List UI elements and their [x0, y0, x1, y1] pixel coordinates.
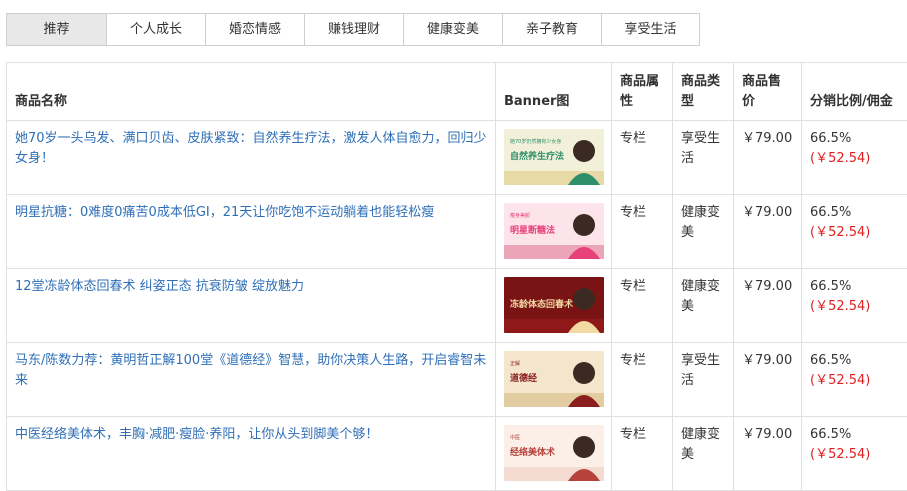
- product-name-link[interactable]: 马东/陈数力荐：黄明哲正解100堂《道德经》智慧，助你决策人生路，开启睿智未来: [15, 353, 486, 388]
- price-cell: ￥79.00: [734, 269, 802, 343]
- commission-ratio: 66.5%: [810, 203, 906, 223]
- banner-small-text: 她70岁仍然拥有少女身: [510, 138, 561, 145]
- banner-small-text: 中医: [510, 434, 520, 441]
- price-cell: ￥79.00: [734, 121, 802, 195]
- banner-cell: 正解道德经: [496, 343, 612, 417]
- banner-cell: 她70岁仍然拥有少女身自然养生疗法: [496, 121, 612, 195]
- banner-title-text: 明星断糖法: [510, 224, 555, 236]
- commission-cell: 66.5%(￥52.54): [802, 269, 907, 343]
- table-row: 马东/陈数力荐：黄明哲正解100堂《道德经》智慧，助你决策人生路，开启睿智未来正…: [7, 343, 907, 417]
- product-type-cell: 享受生活: [673, 121, 734, 195]
- product-name-cell: 12堂冻龄体态回春术 纠姿正态 抗衰防皱 绽放魅力: [7, 269, 496, 343]
- banner-portrait-head: [573, 140, 595, 162]
- table-header-row: 商品名称 Banner图 商品属性 商品类型 商品售价 分销比例/佣金: [7, 63, 907, 121]
- price-cell: ￥79.00: [734, 417, 802, 491]
- banner-small-text: 瘦身美颜: [510, 212, 530, 219]
- product-name-link[interactable]: 中医经络美体术，丰胸·减肥·瘦脸·养阳，让你从头到脚美个够！: [15, 427, 378, 442]
- commission-amount: (￥52.54): [810, 371, 906, 391]
- commission-cell: 66.5%(￥52.54): [802, 121, 907, 195]
- header-product-attr: 商品属性: [612, 63, 673, 121]
- header-price: 商品售价: [734, 63, 802, 121]
- tab-love-relationship[interactable]: 婚恋情感: [206, 14, 305, 45]
- commission-ratio: 66.5%: [810, 277, 906, 297]
- tab-personal-growth[interactable]: 个人成长: [107, 14, 206, 45]
- commission-amount: (￥52.54): [810, 297, 906, 317]
- table-row: 明星抗糖：0难度0痛苦0成本低GI，21天让你吃饱不运动躺着也能轻松瘦 瘦身美颜明…: [7, 195, 907, 269]
- banner-title-text: 道德经: [510, 372, 537, 384]
- product-type-cell: 健康变美: [673, 269, 734, 343]
- commission-amount: (￥52.54): [810, 445, 906, 465]
- tab-parenting[interactable]: 亲子教育: [503, 14, 602, 45]
- price-cell: ￥79.00: [734, 195, 802, 269]
- product-type-cell: 健康变美: [673, 417, 734, 491]
- tab-enjoy-life[interactable]: 享受生活: [602, 14, 699, 45]
- banner-cell: 中医经络美体术: [496, 417, 612, 491]
- banner-image[interactable]: 中医经络美体术: [504, 425, 604, 481]
- banner-image[interactable]: 冻龄体态回春术: [504, 277, 604, 333]
- product-attr-cell: 专栏: [612, 269, 673, 343]
- commission-ratio: 66.5%: [810, 425, 906, 445]
- commission-cell: 66.5%(￥52.54): [802, 195, 907, 269]
- banner-title-text: 自然养生疗法: [510, 150, 564, 162]
- banner-cell: 瘦身美颜明星断糖法: [496, 195, 612, 269]
- price-cell: ￥79.00: [734, 343, 802, 417]
- product-attr-cell: 专栏: [612, 417, 673, 491]
- table-row: 中医经络美体术，丰胸·减肥·瘦脸·养阳，让你从头到脚美个够！中医经络美体术专栏健…: [7, 417, 907, 491]
- product-name-cell: 她70岁一头乌发、满口贝齿、皮肤紧致：自然养生疗法，激发人体自愈力，回归少女身！: [7, 121, 496, 195]
- banner-title-text: 冻龄体态回春术: [510, 298, 573, 310]
- commission-ratio: 66.5%: [810, 129, 906, 149]
- tab-health-beauty[interactable]: 健康变美: [404, 14, 503, 45]
- commission-cell: 66.5%(￥52.54): [802, 343, 907, 417]
- product-table: 商品名称 Banner图 商品属性 商品类型 商品售价 分销比例/佣金 她70岁…: [6, 62, 907, 491]
- product-attr-cell: 专栏: [612, 121, 673, 195]
- banner-title-text: 经络美体术: [510, 446, 555, 458]
- product-name-link[interactable]: 她70岁一头乌发、满口贝齿、皮肤紧致：自然养生疗法，激发人体自愈力，回归少女身！: [15, 131, 487, 166]
- banner-portrait-head: [573, 288, 595, 310]
- header-banner: Banner图: [496, 63, 612, 121]
- banner-portrait-head: [573, 214, 595, 236]
- product-type-cell: 健康变美: [673, 195, 734, 269]
- product-attr-cell: 专栏: [612, 195, 673, 269]
- table-row: 12堂冻龄体态回春术 纠姿正态 抗衰防皱 绽放魅力冻龄体态回春术 专栏健康变美￥7…: [7, 269, 907, 343]
- commission-amount: (￥52.54): [810, 223, 906, 243]
- banner-portrait-head: [573, 436, 595, 458]
- product-name-cell: 中医经络美体术，丰胸·减肥·瘦脸·养阳，让你从头到脚美个够！: [7, 417, 496, 491]
- product-name-link[interactable]: 明星抗糖：0难度0痛苦0成本低GI，21天让你吃饱不运动躺着也能轻松瘦: [15, 205, 434, 220]
- banner-cell: 冻龄体态回春术: [496, 269, 612, 343]
- header-product-type: 商品类型: [673, 63, 734, 121]
- banner-image[interactable]: 瘦身美颜明星断糖法: [504, 203, 604, 259]
- commission-ratio: 66.5%: [810, 351, 906, 371]
- header-commission: 分销比例/佣金: [802, 63, 907, 121]
- tab-finance[interactable]: 赚钱理财: [305, 14, 404, 45]
- product-name-link[interactable]: 12堂冻龄体态回春术 纠姿正态 抗衰防皱 绽放魅力: [15, 279, 304, 294]
- banner-small-text: 正解: [510, 360, 520, 367]
- product-type-cell: 享受生活: [673, 343, 734, 417]
- banner-image[interactable]: 她70岁仍然拥有少女身自然养生疗法: [504, 129, 604, 185]
- product-name-cell: 明星抗糖：0难度0痛苦0成本低GI，21天让你吃饱不运动躺着也能轻松瘦: [7, 195, 496, 269]
- commission-amount: (￥52.54): [810, 149, 906, 169]
- commission-cell: 66.5%(￥52.54): [802, 417, 907, 491]
- banner-image[interactable]: 正解道德经: [504, 351, 604, 407]
- product-name-cell: 马东/陈数力荐：黄明哲正解100堂《道德经》智慧，助你决策人生路，开启睿智未来: [7, 343, 496, 417]
- table-row: 她70岁一头乌发、满口贝齿、皮肤紧致：自然养生疗法，激发人体自愈力，回归少女身！…: [7, 121, 907, 195]
- product-attr-cell: 专栏: [612, 343, 673, 417]
- banner-portrait-head: [573, 362, 595, 384]
- header-product-name: 商品名称: [7, 63, 496, 121]
- category-tabs: 推荐 个人成长 婚恋情感 赚钱理财 健康变美 亲子教育 享受生活: [6, 13, 700, 46]
- tab-recommend[interactable]: 推荐: [7, 14, 107, 45]
